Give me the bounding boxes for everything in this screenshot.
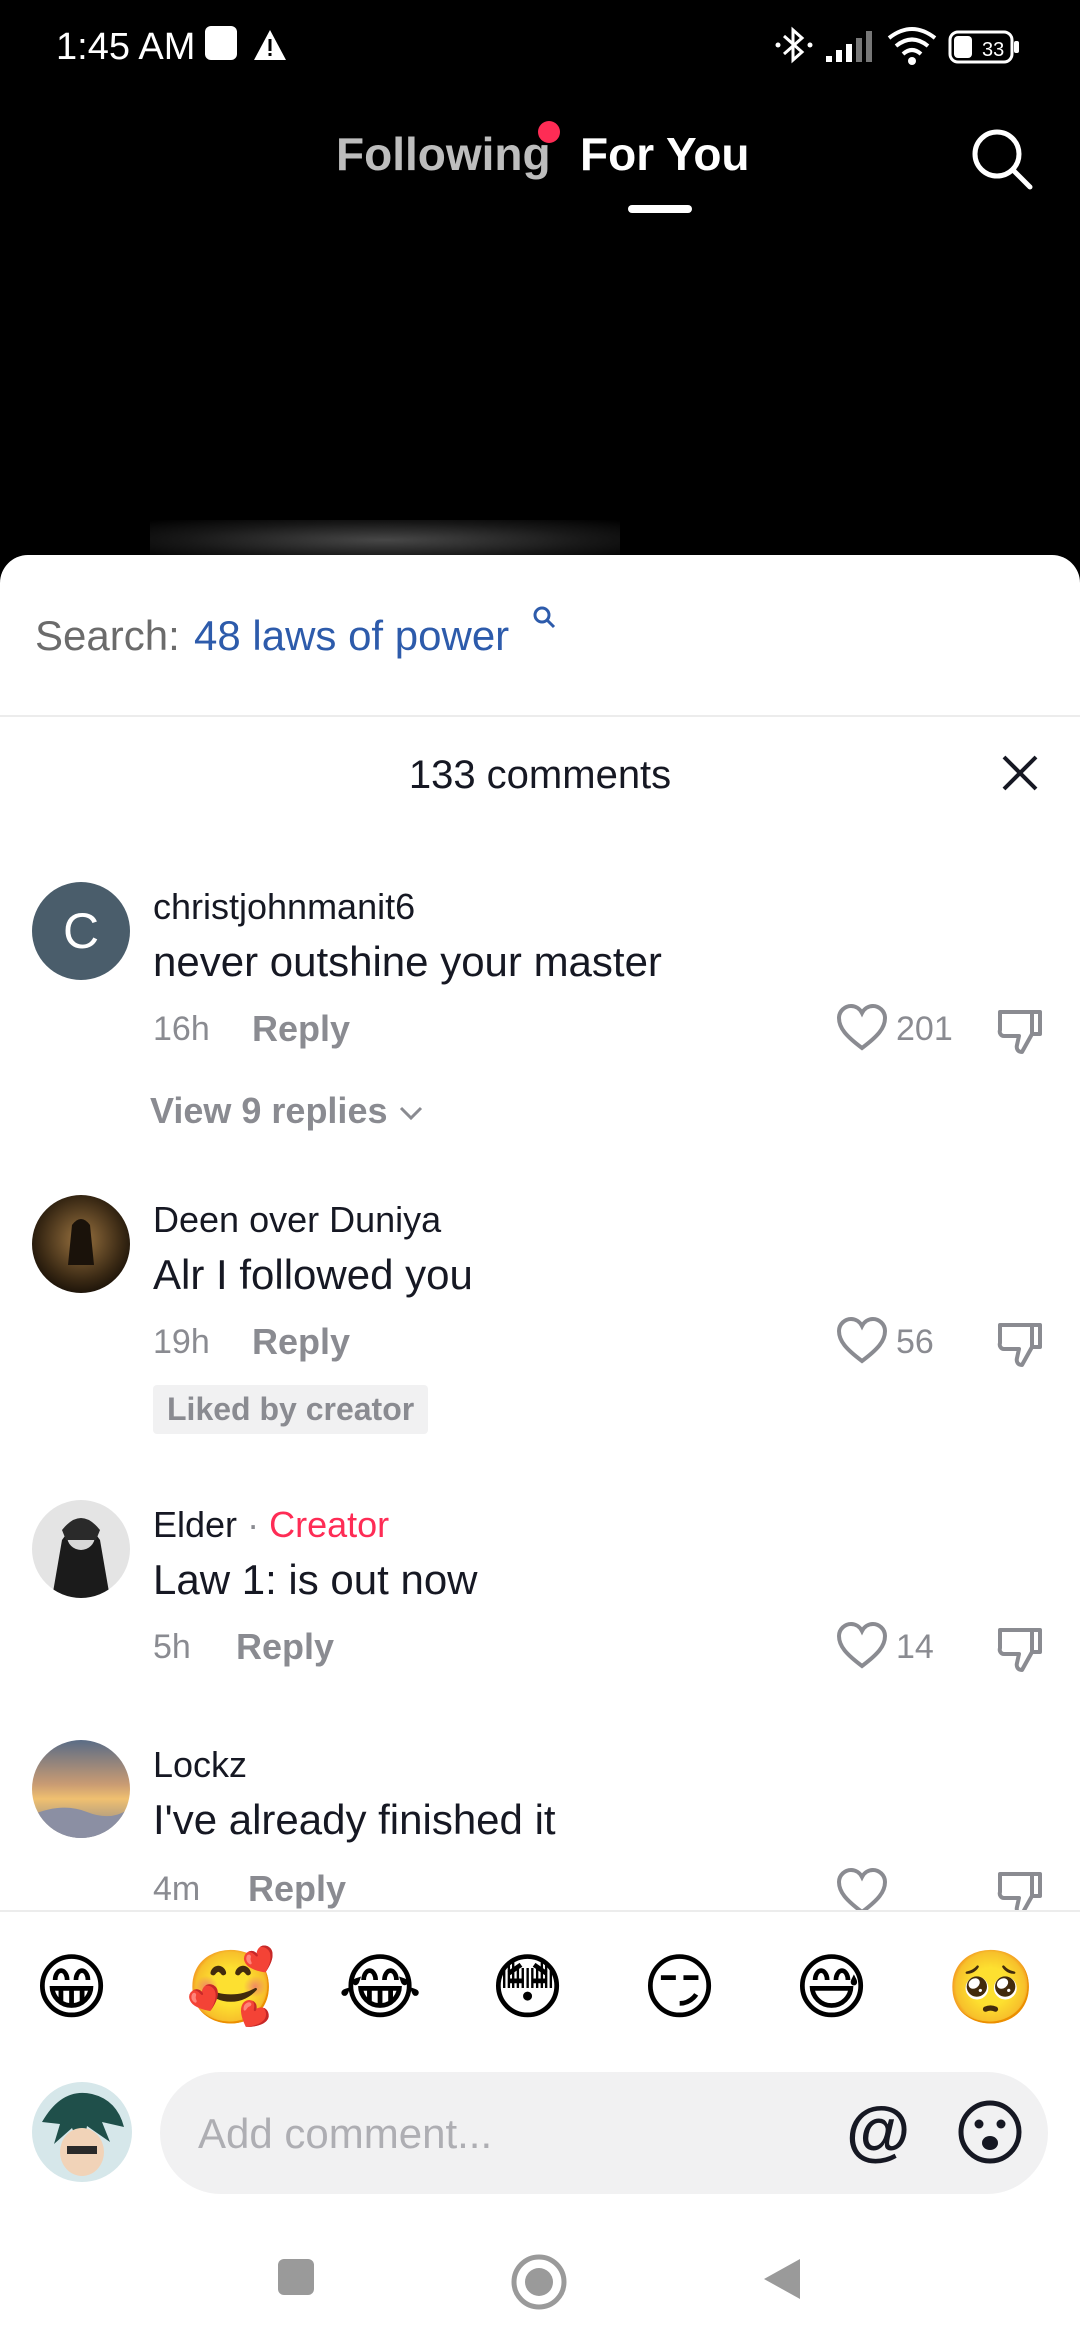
dislike-button[interactable] <box>996 1626 1044 1674</box>
like-button[interactable] <box>836 1316 888 1365</box>
signal-icon <box>824 28 876 69</box>
comment-item: C christjohnmanit6 never outshine your m… <box>0 870 1080 1190</box>
comment-text: I've already finished it <box>153 1796 556 1843</box>
search-button[interactable] <box>968 125 1034 191</box>
reply-button[interactable]: Reply <box>248 1868 346 1910</box>
like-button[interactable] <box>836 1621 888 1670</box>
thumbs-down-icon <box>997 1628 1042 1672</box>
comment-text: Alr I followed you <box>153 1251 473 1298</box>
dislike-button[interactable] <box>996 1321 1044 1369</box>
comment-text: Law 1: is out now <box>153 1556 478 1603</box>
home-circle-icon <box>511 2254 567 2310</box>
avatar[interactable] <box>32 1740 130 1838</box>
emoji-smiling-hearts[interactable]: 🥰 <box>186 1948 276 2028</box>
battery-level: 33 <box>982 39 1004 61</box>
home-button[interactable] <box>510 2253 568 2316</box>
emoji-icon <box>958 2100 1022 2164</box>
comments-count: 133 comments <box>408 753 672 797</box>
status-bar: 1:45 AM 33 <box>0 0 1080 95</box>
search-icon <box>972 129 1033 190</box>
liked-by-creator-badge: Liked by creator <box>153 1385 429 1434</box>
like-count: 14 <box>896 1628 934 1666</box>
creator-label: Creator <box>269 1504 390 1545</box>
view-replies-label: View 9 replies <box>150 1090 388 1131</box>
tab-following[interactable]: Following <box>336 127 551 181</box>
comments-sheet: Search: 48 laws of power 133 comments C … <box>0 555 1080 2340</box>
emoji-flushed[interactable]: 😳 <box>490 1948 565 2028</box>
comment-time: 16h <box>153 1010 210 1048</box>
thumbs-down-icon <box>997 1323 1042 1367</box>
comment-text: never outshine your master <box>153 938 662 985</box>
comment-input-placeholder: Add comment... <box>198 2110 493 2157</box>
back-button[interactable] <box>760 2255 804 2308</box>
heart-icon <box>836 1003 888 1051</box>
close-button[interactable] <box>1000 753 1040 793</box>
system-nav-bar <box>0 2215 1080 2340</box>
wifi-icon <box>886 26 938 71</box>
comment-time: 5h <box>153 1628 191 1666</box>
comment-input[interactable]: Add comment... @ <box>160 2072 1048 2194</box>
view-replies-button[interactable]: View 9 replies <box>150 1090 424 1132</box>
reply-button[interactable]: Reply <box>236 1626 334 1668</box>
active-tab-indicator <box>628 205 692 213</box>
search-suggestion-row[interactable]: Search: 48 laws of power <box>0 555 1080 717</box>
like-button[interactable] <box>836 1003 888 1052</box>
username-text: Elder <box>153 1504 238 1545</box>
comment-username[interactable]: Elder · Creator <box>153 1504 389 1546</box>
comment-time: 4m <box>153 1870 201 1908</box>
back-triangle-icon <box>764 2259 800 2299</box>
tab-for-you[interactable]: For You <box>580 127 750 181</box>
search-icon <box>532 605 556 629</box>
avatar[interactable] <box>32 1500 130 1598</box>
close-icon <box>1002 755 1038 791</box>
like-count: 56 <box>896 1323 934 1361</box>
recents-button[interactable] <box>274 2255 318 2304</box>
search-query-link[interactable]: 48 laws of power <box>194 612 509 660</box>
notification-square-icon <box>204 24 238 67</box>
comment-username[interactable]: christjohnmanit6 <box>153 886 415 928</box>
warning-icon <box>252 28 288 67</box>
comment-time: 19h <box>153 1323 210 1361</box>
like-button[interactable] <box>836 1867 888 1916</box>
search-label: Search: <box>35 612 180 659</box>
like-count: 201 <box>896 1010 953 1048</box>
emoji-grin[interactable]: 😁 <box>34 1948 109 2028</box>
comment-username[interactable]: Deen over Duniya <box>153 1199 441 1241</box>
heart-icon <box>836 1316 888 1364</box>
comment-input-row: Add comment... @ <box>0 2060 1080 2215</box>
top-nav: Following For You <box>0 95 1080 225</box>
comment-item: Deen over Duniya Alr I followed you 19h … <box>0 1195 1080 1505</box>
reply-button[interactable]: Reply <box>252 1321 350 1363</box>
square-icon <box>278 2259 314 2295</box>
comment-username[interactable]: Lockz <box>153 1744 247 1786</box>
comment-item: Elder · Creator Law 1: is out now 5h Rep… <box>0 1500 1080 1740</box>
heart-icon <box>836 1867 888 1915</box>
separator-dot: · <box>247 1504 260 1545</box>
status-time: 1:45 AM <box>56 26 196 68</box>
chevron-down-icon <box>399 1106 422 1121</box>
thumbs-down-icon <box>997 1010 1042 1054</box>
emoji-sweat-smile[interactable]: 😅 <box>794 1948 869 2028</box>
video-preview[interactable] <box>150 520 620 560</box>
mention-button[interactable]: @ <box>846 2092 910 2168</box>
heart-icon <box>836 1621 888 1669</box>
dislike-button[interactable] <box>996 1008 1044 1056</box>
emoji-quick-bar: 😁 🥰 😂 😳 😏 😅 🥺 <box>0 1910 1080 2060</box>
emoji-pleading[interactable]: 🥺 <box>946 1948 1036 2028</box>
battery-icon: 33 <box>948 28 1022 71</box>
bluetooth-icon <box>774 24 814 71</box>
comment-item: Lockz I've already finished it 4m Reply <box>0 1740 1080 1916</box>
emoji-picker-button[interactable] <box>956 2098 1024 2166</box>
current-user-avatar <box>32 2082 132 2182</box>
avatar[interactable]: C <box>32 882 130 980</box>
reply-button[interactable]: Reply <box>252 1008 350 1050</box>
notification-dot <box>538 121 560 143</box>
avatar[interactable] <box>32 1195 130 1293</box>
emoji-smirk[interactable]: 😏 <box>642 1948 717 2028</box>
emoji-joy[interactable]: 😂 <box>338 1948 422 2028</box>
